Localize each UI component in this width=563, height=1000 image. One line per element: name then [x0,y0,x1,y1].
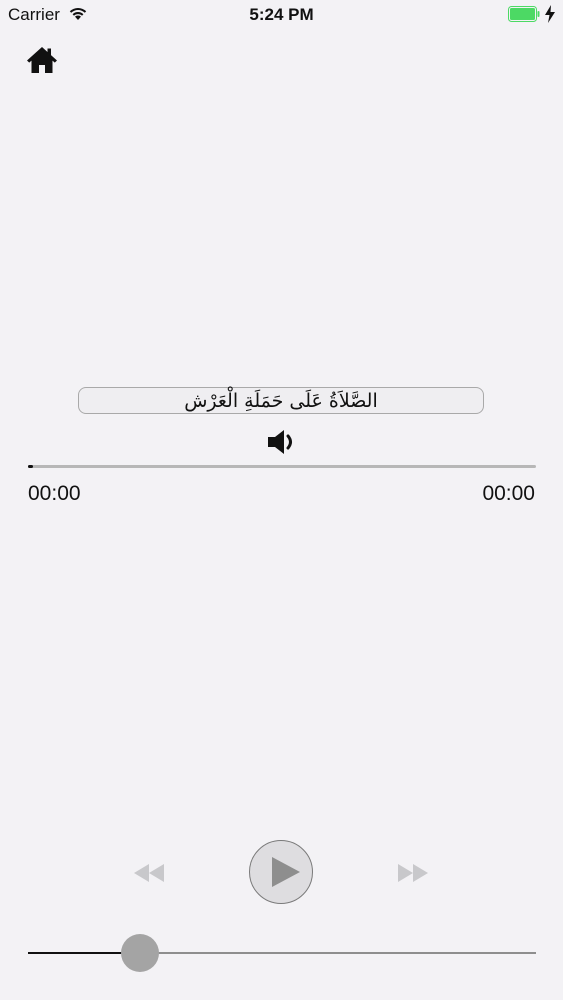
speaker-icon [268,430,292,454]
fast-forward-button[interactable] [396,862,430,884]
volume-slider-thumb[interactable] [120,934,159,972]
home-button[interactable] [26,44,58,76]
home-icon [27,47,57,73]
play-button[interactable] [249,840,313,904]
charging-bolt-icon [545,5,555,23]
rewind-button[interactable] [132,862,166,884]
status-bar: Carrier 5:24 PM [0,0,563,30]
elapsed-time: 00:00 [28,482,81,505]
status-time: 5:24 PM [249,5,314,24]
rewind-icon [134,864,164,882]
volume-slider[interactable] [28,934,536,972]
fast-forward-icon [398,864,428,882]
mute-button[interactable] [266,428,298,456]
playback-progress-fill [28,465,34,468]
playback-progress-slider[interactable] [28,465,536,468]
total-time: 00:00 [482,482,535,505]
track-title: الصَّلاَةُ عَلَى حَمَلَةِ الْعَرْش [78,387,484,414]
audio-player-screen: Carrier 5:24 PM الصَّلاَةُ عَلَى حَمَلَة… [0,0,563,1000]
play-icon [272,857,300,887]
battery-icon [508,6,540,22]
